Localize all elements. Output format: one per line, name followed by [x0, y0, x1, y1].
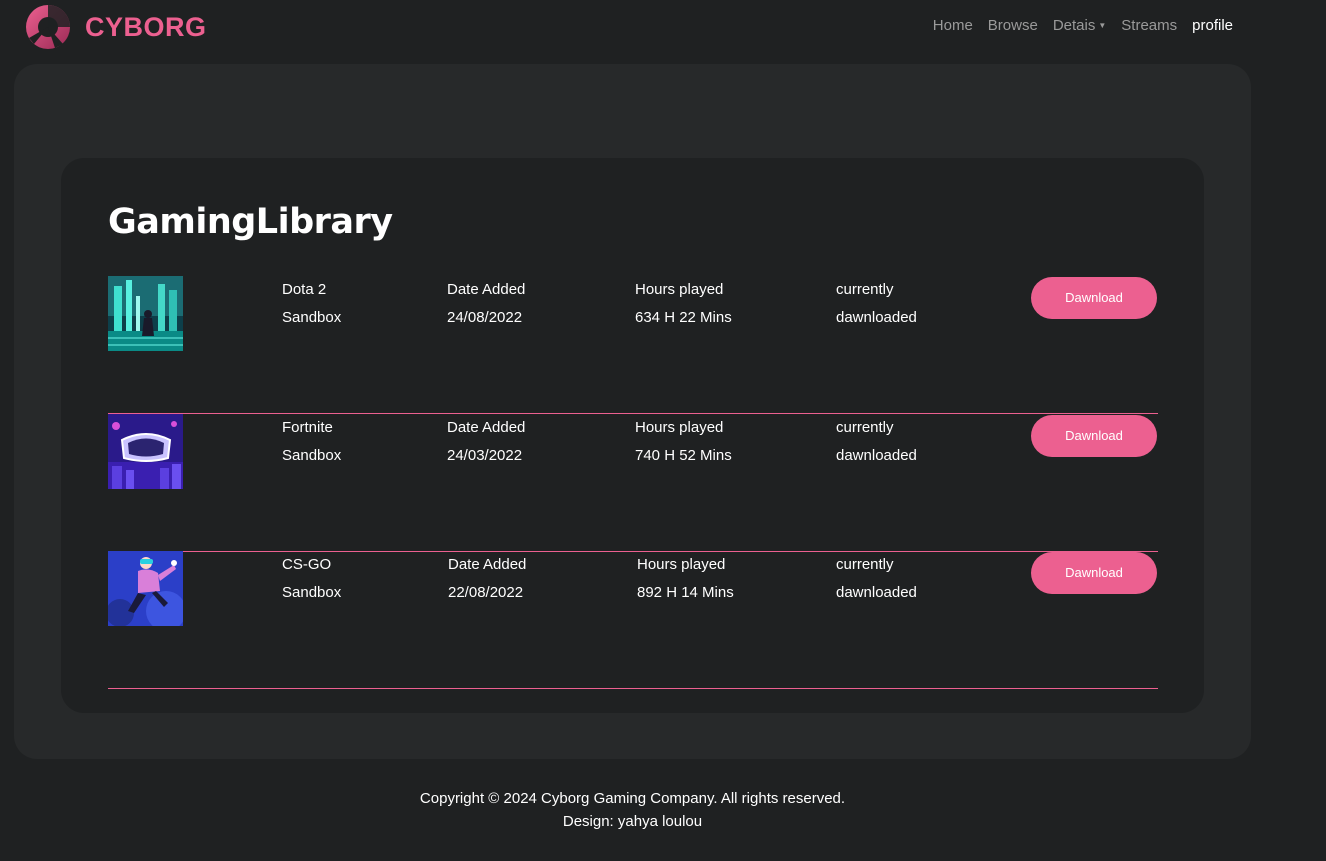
- nav-details-label: Detais: [1052, 17, 1096, 34]
- hours-played-label: Hours played: [637, 556, 726, 573]
- date-added-column: Date Added 24/08/2022: [447, 276, 525, 332]
- download-button[interactable]: Dawnload: [1031, 552, 1157, 594]
- footer-copyright: Copyright © 2024 Cyborg Gaming Company. …: [419, 790, 846, 807]
- date-added-column: Date Added 24/03/2022: [447, 414, 525, 470]
- date-added-label: Date Added: [447, 281, 526, 298]
- footer-design-credit: Design: yahya loulou: [562, 813, 703, 830]
- game-thumbnail-image: [108, 414, 183, 489]
- game-genre: Sandbox: [282, 447, 342, 464]
- library-title: GamingLibrary: [108, 202, 393, 242]
- brand-name: CYBORG: [85, 11, 207, 42]
- status-column: currently dawnloaded: [836, 276, 917, 332]
- game-row: CS-GO Sandbox Date Added 22/08/2022 Hour…: [108, 551, 1158, 689]
- brand-logo[interactable]: CYBORG: [25, 4, 207, 50]
- page-content: GamingLibrary Dota 2 Sandbox Date Added …: [14, 64, 1251, 759]
- page-footer: Copyright © 2024 Cyborg Gaming Company. …: [0, 787, 1265, 833]
- nav-streams-label: Streams: [1121, 17, 1178, 34]
- hours-played-value: 634 H 22 Mins: [635, 309, 732, 326]
- game-name-column: Fortnite Sandbox: [282, 414, 341, 470]
- nav-home[interactable]: Home: [933, 17, 973, 34]
- status-line-1: currently: [836, 556, 894, 573]
- status-line-1: currently: [836, 419, 894, 436]
- date-added-value: 24/03/2022: [447, 447, 523, 464]
- status-line-1: currently: [836, 281, 894, 298]
- hours-played-label: Hours played: [635, 419, 724, 436]
- game-row: Dota 2 Sandbox Date Added 24/08/2022 Hou…: [108, 276, 1158, 414]
- status-line-2: dawnloaded: [836, 309, 917, 326]
- nav-details-dropdown[interactable]: Detais ▼: [1053, 17, 1106, 34]
- game-thumbnail-image: [108, 551, 183, 626]
- gaming-library-panel: GamingLibrary Dota 2 Sandbox Date Added …: [61, 158, 1204, 713]
- hours-played-column: Hours played 634 H 22 Mins: [635, 276, 732, 332]
- status-column: currently dawnloaded: [836, 414, 917, 470]
- date-added-value: 24/08/2022: [447, 309, 523, 326]
- nav-browse[interactable]: Browse: [988, 17, 1038, 34]
- date-added-label: Date Added: [447, 419, 526, 436]
- nav-profile-label: profile: [1192, 17, 1233, 34]
- cyborg-logo-icon: [25, 4, 71, 50]
- game-row: Fortnite Sandbox Date Added 24/03/2022 H…: [108, 414, 1158, 552]
- download-button[interactable]: Dawnload: [1031, 415, 1157, 457]
- game-name-column: CS-GO Sandbox: [282, 551, 341, 607]
- game-genre: Sandbox: [282, 309, 342, 326]
- game-name-column: Dota 2 Sandbox: [282, 276, 341, 332]
- caret-down-icon: ▼: [1098, 21, 1107, 30]
- main-nav: Home Browse Detais ▼ Streams profile: [933, 17, 1233, 34]
- nav-profile[interactable]: profile: [1192, 17, 1233, 34]
- game-name: Fortnite: [282, 419, 333, 436]
- top-navbar: CYBORG Home Browse Detais ▼ Streams profi…: [0, 0, 1326, 56]
- status-line-2: dawnloaded: [836, 584, 917, 601]
- hours-played-column: Hours played 740 H 52 Mins: [635, 414, 732, 470]
- game-genre: Sandbox: [282, 584, 342, 601]
- hours-played-value: 892 H 14 Mins: [637, 584, 734, 601]
- status-column: currently dawnloaded: [836, 551, 917, 607]
- game-thumbnail-image: [108, 276, 183, 351]
- status-line-2: dawnloaded: [836, 447, 917, 464]
- nav-streams[interactable]: Streams: [1121, 17, 1177, 34]
- date-added-value: 22/08/2022: [448, 584, 524, 601]
- hours-played-column: Hours played 892 H 14 Mins: [637, 551, 734, 607]
- date-added-label: Date Added: [448, 556, 527, 573]
- hours-played-label: Hours played: [635, 281, 724, 298]
- hours-played-value: 740 H 52 Mins: [635, 447, 732, 464]
- game-name: CS-GO: [282, 556, 332, 573]
- date-added-column: Date Added 22/08/2022: [448, 551, 526, 607]
- download-button[interactable]: Dawnload: [1031, 277, 1157, 319]
- game-name: Dota 2: [282, 281, 327, 298]
- nav-browse-label: Browse: [987, 17, 1038, 34]
- nav-home-label: Home: [932, 17, 973, 34]
